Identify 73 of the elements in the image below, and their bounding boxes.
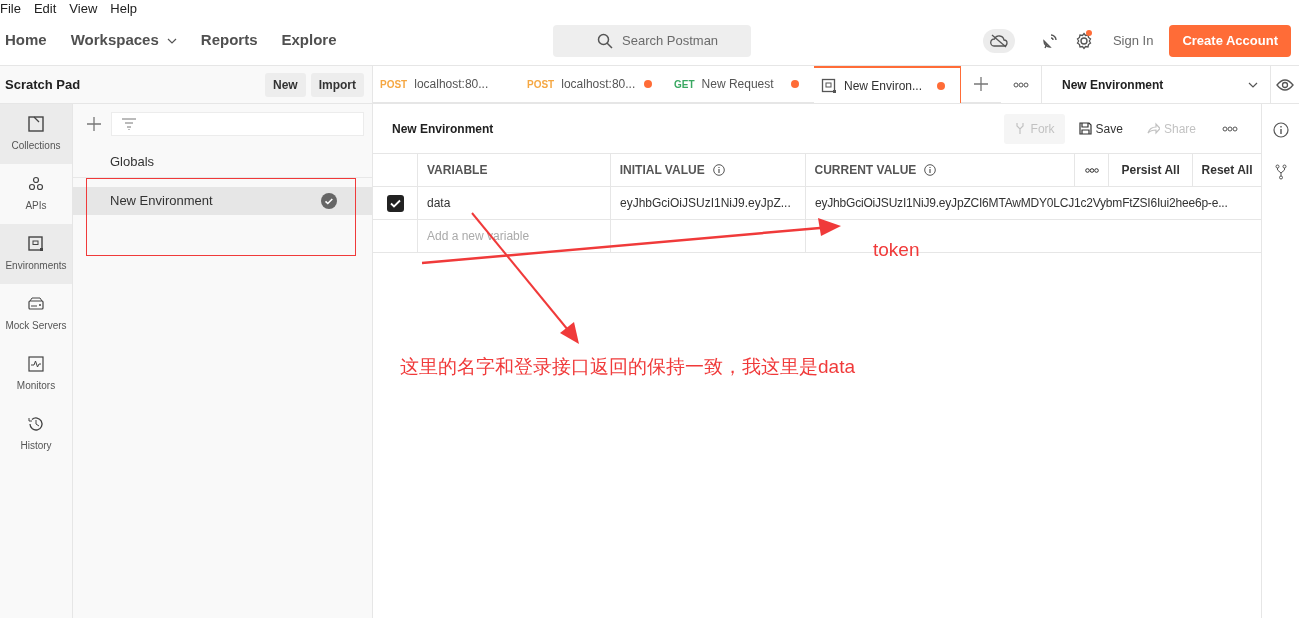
menu-item[interactable]: View <box>69 1 98 15</box>
column-header: CURRENT VALUE <box>814 162 917 179</box>
info-icon[interactable] <box>1272 122 1289 138</box>
info-icon <box>924 164 937 176</box>
sidebar-item[interactable]: APIs <box>0 164 72 224</box>
request-tab[interactable]: New Environ... <box>814 66 961 103</box>
checkbox[interactable] <box>386 194 404 212</box>
sidebar-item[interactable]: Monitors <box>0 344 72 404</box>
annotation-text: token <box>873 238 920 262</box>
sign-in-link[interactable]: Sign In <box>1112 30 1154 51</box>
environment-title: New Environment <box>392 120 494 138</box>
history-icon <box>27 415 45 433</box>
save-icon <box>1078 122 1092 135</box>
method-label: POST <box>527 77 555 92</box>
add-icon[interactable] <box>87 117 101 131</box>
new-button[interactable]: New <box>264 72 306 97</box>
eye-icon[interactable] <box>1276 78 1294 91</box>
sidebar-item[interactable]: Mock Servers <box>0 284 72 344</box>
nav-link[interactable]: Reports <box>200 29 258 52</box>
tab-label: localhost:80... <box>414 76 489 93</box>
menu-item[interactable]: File <box>0 1 21 15</box>
table-cell[interactable]: eyJhbGciOiJSUzI1NiJ9.eyJpZ... <box>611 187 806 219</box>
environment-dropdown[interactable]: New Environment <box>1042 66 1271 103</box>
satellite-icon[interactable] <box>1040 31 1059 50</box>
info-icon <box>712 164 725 176</box>
method-label: GET <box>674 77 695 92</box>
filter-icon <box>122 118 136 130</box>
tab-label: New Request <box>701 76 774 93</box>
method-label: POST <box>380 77 408 92</box>
check-icon <box>389 198 401 208</box>
monitor-icon <box>27 355 45 373</box>
environment-icon <box>27 235 45 253</box>
caret-icon[interactable] <box>1248 81 1258 88</box>
table-cell[interactable]: data <box>418 187 611 219</box>
sidebar-item[interactable]: History <box>0 404 72 464</box>
reset-all-button[interactable]: Reset All <box>1193 154 1261 186</box>
menu-item[interactable]: Edit <box>33 1 57 15</box>
sidebar-item[interactable]: Environments <box>0 224 72 284</box>
nav-link[interactable]: Explore <box>281 29 337 52</box>
cloud-offline-icon[interactable] <box>982 28 1015 53</box>
table-cell[interactable]: eyJhbGciOiJSUzI1NiJ9.eyJpZCI6MTAwMDY0LCJ1c2VybmFtZSI6Iui2hee6p-e... <box>806 187 1261 219</box>
share-icon <box>1146 122 1160 135</box>
column-header: INITIAL VALUE <box>619 162 705 179</box>
environment-item[interactable]: Globals <box>73 146 372 178</box>
environment-icon <box>821 77 837 94</box>
persist-all-button[interactable]: Persist All <box>1109 154 1194 186</box>
menu-item[interactable]: Help <box>110 1 138 15</box>
settings-icon[interactable] <box>1074 31 1093 50</box>
import-button[interactable]: Import <box>310 72 364 97</box>
api-icon <box>27 175 45 193</box>
nav-link[interactable]: Workspaces <box>70 29 177 52</box>
server-icon <box>27 295 45 313</box>
tab-label: New Environ... <box>844 77 923 95</box>
collection-icon <box>27 115 45 133</box>
search-placeholder: Search Postman <box>622 32 719 51</box>
add-tab-icon[interactable] <box>974 77 988 91</box>
more-icon[interactable] <box>1084 167 1099 173</box>
column-header: VARIABLE <box>426 162 488 179</box>
search-field[interactable]: Search Postman <box>553 25 751 57</box>
filter-field[interactable] <box>111 112 364 136</box>
nav-link[interactable]: Home <box>5 29 47 52</box>
annotation-text: 这里的名字和登录接口返回的保持一致，我这里是data <box>400 355 855 379</box>
scratch-pad-title: Scratch Pad <box>5 75 81 94</box>
fork-icon[interactable] <box>1274 164 1287 180</box>
search-icon <box>597 33 613 49</box>
more-icon[interactable] <box>1222 125 1238 132</box>
fork-icon <box>1013 122 1027 135</box>
tab-label: localhost:80... <box>561 76 636 93</box>
caret-icon[interactable] <box>166 37 177 44</box>
more-icon[interactable] <box>1013 81 1029 88</box>
save-button[interactable]: Save <box>1068 113 1133 144</box>
environment-item[interactable]: New Environment <box>73 187 372 215</box>
sidebar-item[interactable]: Collections <box>0 104 72 164</box>
